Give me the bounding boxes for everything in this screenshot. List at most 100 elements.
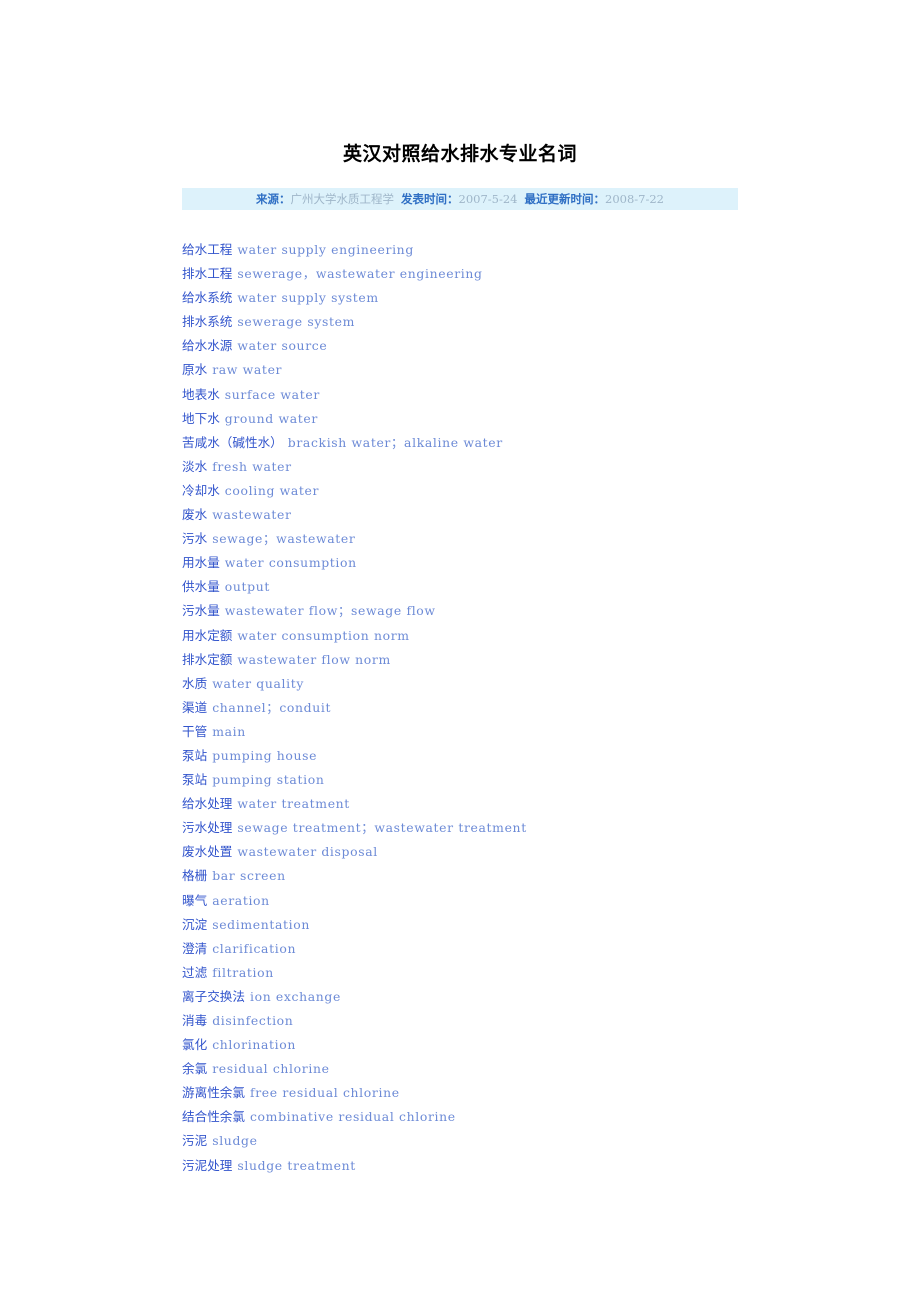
term-chinese: 排水定额: [182, 651, 233, 667]
meta-published-value: 2007-5-24: [458, 192, 518, 206]
term-english: sludge: [212, 1133, 258, 1149]
term-chinese: 氯化: [182, 1037, 208, 1053]
meta-updated: 最近更新时间：2008-7-22: [525, 188, 665, 210]
term-english: filtration: [212, 964, 274, 980]
glossary-term-row: 余氯 residual chlorine: [182, 1057, 822, 1081]
term-english: water consumption norm: [237, 627, 410, 643]
term-english: sludge treatment: [237, 1157, 356, 1173]
glossary-term-row: 污水处理 sewage treatment；wastewater treatmen…: [182, 816, 822, 840]
glossary-term-row: 冷却水 cooling water: [182, 479, 822, 503]
term-chinese: 用水量: [182, 555, 220, 571]
term-english: combinative residual chlorine: [249, 1109, 456, 1125]
glossary-term-row: 污泥处理 sludge treatment: [182, 1154, 822, 1178]
term-english: sewerage system: [237, 314, 356, 330]
term-chinese: 给水处理: [182, 796, 233, 812]
term-english: water treatment: [237, 796, 350, 812]
glossary-term-row: 沉淀 sedimentation: [182, 913, 822, 937]
term-english: water consumption: [224, 555, 357, 571]
glossary-term-row: 废水处置 wastewater disposal: [182, 840, 822, 864]
term-english: free residual chlorine: [249, 1085, 400, 1101]
term-chinese: 污泥: [182, 1133, 208, 1149]
term-english: brackish water；alkaline water: [287, 434, 503, 450]
meta-source-value: 广州大学水质工程学: [290, 192, 395, 206]
term-chinese: 排水工程: [182, 266, 233, 282]
term-english: fresh water: [212, 458, 292, 474]
term-chinese: 废水: [182, 507, 208, 523]
term-chinese: 原水: [182, 362, 208, 378]
term-chinese: 污水处理: [182, 820, 233, 836]
term-english: bar screen: [212, 868, 286, 884]
term-chinese: 用水定额: [182, 627, 233, 643]
term-chinese: 给水工程: [182, 242, 233, 257]
glossary-term-row: 排水定额 wastewater flow norm: [182, 648, 822, 672]
term-english: output: [224, 579, 270, 595]
term-chinese: 泵站: [182, 772, 208, 788]
term-chinese: 结合性余氯: [182, 1109, 245, 1125]
glossary-term-row: 泵站 pumping station: [182, 768, 822, 792]
glossary-term-row: 排水系统 sewerage system: [182, 310, 822, 334]
term-english: pumping house: [212, 747, 318, 763]
glossary-term-row: 澄清 clarification: [182, 937, 822, 961]
term-chinese: 污水: [182, 531, 208, 547]
term-chinese: 苦咸水（碱性水）: [182, 434, 283, 450]
term-chinese: 污水量: [182, 603, 220, 619]
term-english: sewerage，wastewater engineering: [237, 266, 483, 282]
glossary-term-row: 用水定额 water consumption norm: [182, 624, 822, 648]
glossary-term-row: 渠道 channel；conduit: [182, 696, 822, 720]
glossary-term-row: 干管 main: [182, 720, 822, 744]
page-title: 英汉对照给水排水专业名词: [342, 142, 577, 165]
term-english: sewage treatment；wastewater treatment: [237, 820, 527, 836]
term-chinese: 废水处置: [182, 844, 233, 860]
term-chinese: 水质: [182, 675, 208, 691]
glossary-term-row: 用水量 water consumption: [182, 551, 822, 575]
glossary-term-row: 水质 water quality: [182, 672, 822, 696]
term-chinese: 余氯: [182, 1061, 208, 1077]
term-chinese: 消毒: [182, 1013, 208, 1028]
term-english: sewage；wastewater: [212, 531, 356, 547]
term-english: wastewater flow；sewage flow: [224, 603, 436, 619]
glossary-term-row: 泵站 pumping house: [182, 744, 822, 768]
term-chinese: 淡水: [182, 458, 208, 474]
glossary-term-row: 游离性余氯 free residual chlorine: [182, 1081, 822, 1105]
glossary-term-row: 供水量 output: [182, 575, 822, 599]
term-chinese: 地下水: [182, 410, 220, 426]
term-chinese: 供水量: [182, 579, 220, 595]
glossary-term-row: 淡水 fresh water: [182, 455, 822, 479]
term-english: residual chlorine: [212, 1061, 330, 1077]
glossary-term-row: 原水 raw water: [182, 358, 822, 382]
glossary-term-row: 苦咸水（碱性水） brackish water；alkaline water: [182, 431, 822, 455]
glossary-term-row: 给水处理 water treatment: [182, 792, 822, 816]
term-chinese: 给水水源: [182, 338, 233, 354]
glossary-term-row: 消毒 disinfection: [182, 1009, 822, 1033]
term-english: aeration: [212, 892, 270, 908]
glossary-term-row: 地表水 surface water: [182, 383, 822, 407]
term-english: water supply engineering: [237, 242, 414, 257]
term-chinese: 曝气: [182, 892, 208, 908]
term-english: ground water: [224, 410, 318, 426]
meta-source-label: 来源：: [256, 192, 291, 206]
term-chinese: 排水系统: [182, 314, 233, 330]
glossary-term-row: 污泥 sludge: [182, 1129, 822, 1153]
term-chinese: 地表水: [182, 386, 220, 402]
glossary-term-row: 离子交换法 ion exchange: [182, 985, 822, 1009]
glossary-term-row: 污水 sewage；wastewater: [182, 527, 822, 551]
term-english: disinfection: [212, 1013, 294, 1028]
term-english: sedimentation: [212, 916, 311, 932]
term-chinese: 干管: [182, 723, 208, 739]
term-english: surface water: [224, 386, 320, 402]
term-english: ion exchange: [249, 988, 341, 1004]
glossary-term-row: 废水 wastewater: [182, 503, 822, 527]
term-chinese: 澄清: [182, 940, 208, 956]
term-english: wastewater flow norm: [237, 651, 391, 667]
term-chinese: 离子交换法: [182, 988, 245, 1004]
term-english: water quality: [212, 675, 305, 691]
term-english: wastewater disposal: [237, 844, 378, 860]
term-english: channel；conduit: [212, 699, 332, 715]
term-english: clarification: [212, 940, 297, 956]
meta-updated-value: 2008-7-22: [605, 192, 664, 206]
term-english: wastewater: [212, 507, 292, 523]
term-chinese: 泵站: [182, 747, 208, 763]
meta-published-label: 发表时间：: [401, 192, 459, 206]
term-english: raw water: [212, 362, 283, 378]
term-chinese: 沉淀: [182, 916, 208, 932]
